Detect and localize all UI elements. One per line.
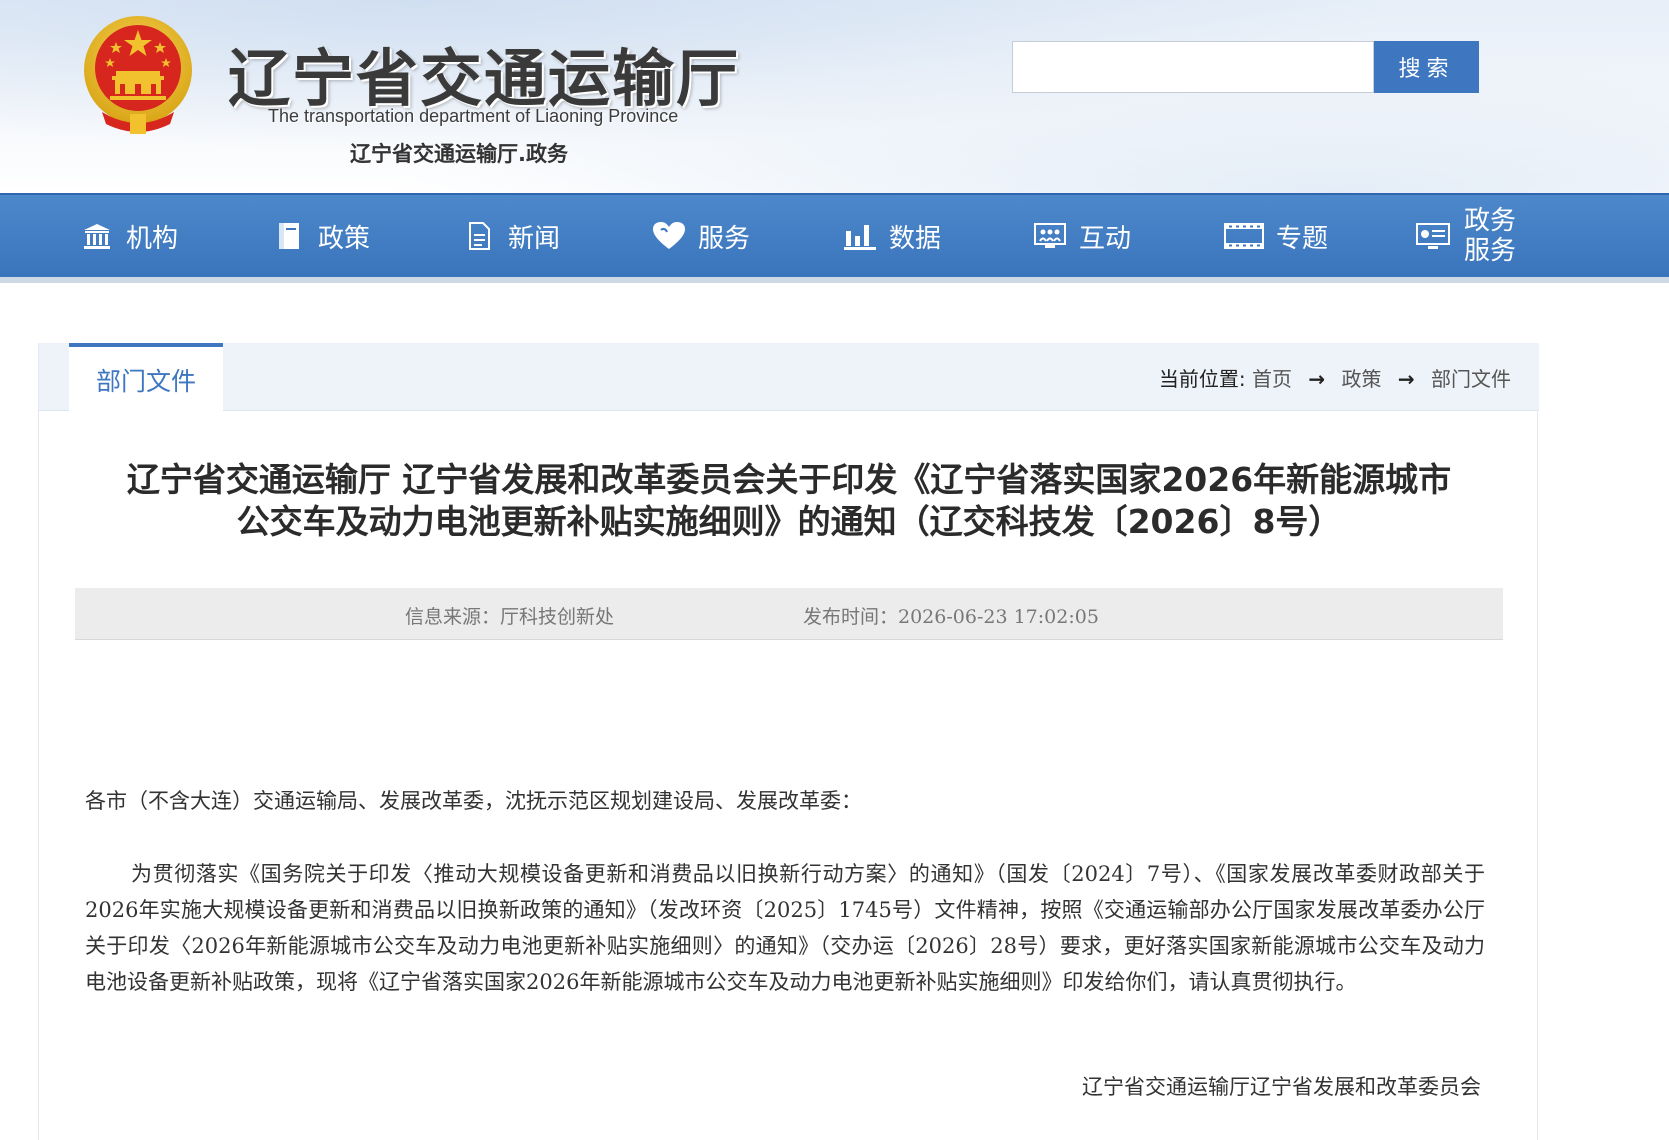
nav-label-data: 数据 [889, 223, 942, 254]
breadcrumb-department-documents[interactable]: 部门文件 [1431, 367, 1511, 391]
article-publish-time: 发布时间：2026-06-23 17:02:05 [803, 606, 1099, 628]
panel-header: 部门文件 当前位置: 首页 → 政策 → 部门文件 [39, 343, 1539, 412]
national-emblem-icon [84, 16, 192, 134]
film-icon [1224, 219, 1264, 253]
search-button[interactable]: 搜索 [1374, 41, 1479, 93]
site-subtitle-en: The transportation department of Liaonin… [268, 106, 679, 126]
nav-label-interaction: 互动 [1079, 223, 1132, 254]
nav-label-institution: 机构 [126, 223, 179, 254]
nav-label-gov-service: 政务 服务 [1464, 206, 1520, 266]
nav-item-data[interactable]: 数据 [843, 195, 941, 277]
breadcrumb-policy[interactable]: 政策 [1342, 367, 1382, 391]
nav-label-topic: 专题 [1276, 223, 1329, 254]
search-input[interactable] [1012, 41, 1374, 93]
tab-department-documents[interactable]: 部门文件 [69, 343, 223, 412]
bar-chart-icon [843, 219, 877, 253]
nav-item-service[interactable]: 服务 [652, 195, 750, 277]
breadcrumb-arrow-icon: → [1397, 367, 1415, 391]
article-title: 辽宁省交通运输厅 辽宁省发展和改革委员会关于印发《辽宁省落实国家2026年新能源… [69, 459, 1509, 543]
document-icon [272, 219, 306, 253]
nav-item-interaction[interactable]: 互动 [1033, 195, 1131, 277]
article-paragraph: 为贯彻落实《国务院关于印发〈推动大规模设备更新和消费品以旧换新行动方案〉的通知》… [85, 862, 1485, 994]
breadcrumb: 当前位置: 首页 → 政策 → 部门文件 [1159, 363, 1511, 392]
site-title: 辽宁省交通运输厅 [228, 42, 741, 115]
breadcrumb-arrow-icon: → [1308, 367, 1326, 391]
news-icon [462, 219, 496, 253]
site-subtitle-cn: 辽宁省交通运输厅.政务 [350, 142, 568, 166]
site-header: 辽宁省交通运输厅 The transportation department o… [0, 0, 1669, 193]
article-meta-bar: 信息来源：厅科技创新处 发布时间：2026-06-23 17:02:05 [75, 588, 1503, 640]
nav-label-gov-service-line1: 政务 [1464, 206, 1517, 236]
nav-label-news: 新闻 [508, 223, 561, 254]
nav-item-gov-service[interactable]: 政务 服务 [1414, 195, 1520, 277]
interaction-icon [1033, 219, 1067, 253]
article-salutation: 各市（不含大连）交通运输局、发展改革委，沈抚示范区规划建设局、发展改革委： [85, 789, 862, 813]
nav-label-service: 服务 [698, 223, 751, 254]
nav-item-topic[interactable]: 专题 [1224, 195, 1328, 277]
breadcrumb-home[interactable]: 首页 [1252, 367, 1292, 391]
gov-service-icon [1414, 219, 1452, 253]
main-nav: 机构 政策 新闻 服务 数据 互动 专题 政务 服务 [0, 193, 1669, 283]
nav-item-news[interactable]: 新闻 [462, 195, 560, 277]
institution-icon [80, 219, 114, 253]
nav-item-policy[interactable]: 政策 [272, 195, 370, 277]
content-panel: 部门文件 当前位置: 首页 → 政策 → 部门文件 辽宁省交通运输厅 辽宁省发展… [38, 343, 1539, 1140]
nav-item-institution[interactable]: 机构 [80, 195, 178, 277]
breadcrumb-label: 当前位置: [1158, 367, 1246, 391]
article-signature: 辽宁省交通运输厅辽宁省发展和改革委员会 [1082, 1075, 1481, 1099]
heart-icon [652, 219, 686, 253]
nav-label-policy: 政策 [318, 223, 371, 254]
nav-label-gov-service-line2: 服务 [1464, 236, 1517, 266]
article-source: 信息来源：厅科技创新处 [405, 606, 615, 628]
article-title-line1: 辽宁省交通运输厅 辽宁省发展和改革委员会关于印发《辽宁省落实国家2026年新能源… [126, 460, 1452, 499]
article-title-line2: 公交车及动力电池更新补贴实施细则》的通知（辽交科技发〔2026〕8号） [236, 502, 1342, 541]
